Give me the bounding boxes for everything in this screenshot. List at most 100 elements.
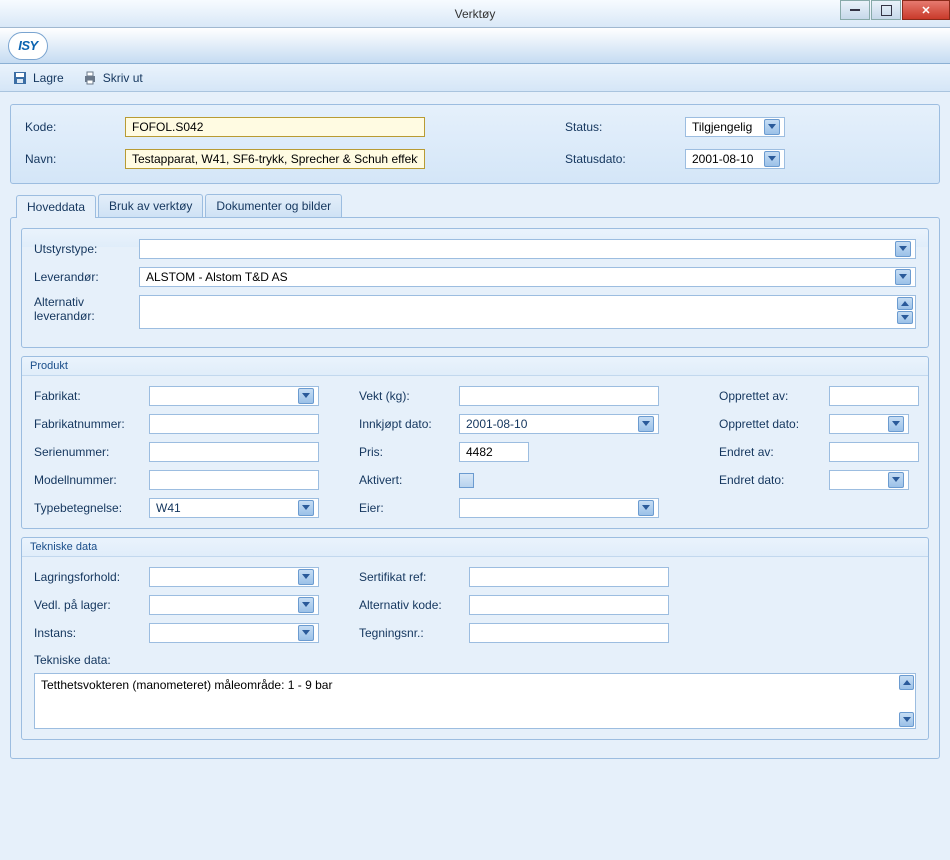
header-panel: Kode: Status: Tilgjengelig Navn: Statusd…	[10, 104, 940, 184]
content-area: Kode: Status: Tilgjengelig Navn: Statusd…	[0, 92, 950, 860]
minimize-button[interactable]	[840, 0, 870, 20]
lagring-dropdown[interactable]	[149, 567, 319, 587]
opprettetav-label: Opprettet av:	[719, 389, 829, 403]
aktivert-checkbox[interactable]	[459, 473, 474, 488]
section-generelt: Utstyrstype: Leverandør: ALSTOM - Alstom…	[21, 228, 929, 348]
kode-label: Kode:	[25, 120, 115, 134]
endretdato-label: Endret dato:	[719, 473, 829, 487]
opprettetav-field[interactable]	[829, 386, 919, 406]
lagring-label: Lagringsforhold:	[34, 570, 149, 584]
tab-bruk[interactable]: Bruk av verktøy	[98, 194, 203, 217]
spinner-down-icon[interactable]	[897, 311, 913, 324]
sertref-label: Sertifikat ref:	[359, 570, 469, 584]
statusdato-value: 2001-08-10	[692, 152, 753, 166]
instans-dropdown[interactable]	[149, 623, 319, 643]
section-produkt: Produkt Fabrikat: Vekt (kg): Opprettet a…	[21, 356, 929, 529]
endretdato-field[interactable]	[829, 470, 909, 490]
chevron-down-icon	[298, 569, 314, 585]
scroll-up-icon[interactable]	[899, 675, 914, 690]
sertref-field[interactable]	[469, 567, 669, 587]
eier-dropdown[interactable]	[459, 498, 659, 518]
save-button[interactable]: Lagre	[12, 70, 64, 86]
chevron-down-icon	[888, 416, 904, 432]
modellnr-field[interactable]	[149, 470, 319, 490]
modellnr-label: Modellnummer:	[34, 473, 149, 487]
aktivert-label: Aktivert:	[359, 473, 459, 487]
navn-label: Navn:	[25, 152, 115, 166]
chevron-down-icon	[298, 625, 314, 641]
pris-label: Pris:	[359, 445, 459, 459]
tab-hoveddata[interactable]: Hoveddata	[16, 195, 96, 218]
print-button[interactable]: Skriv ut	[82, 70, 143, 86]
endretav-label: Endret av:	[719, 445, 829, 459]
window-controls	[839, 0, 950, 20]
tab-dokumenter[interactable]: Dokumenter og bilder	[205, 194, 342, 217]
save-label: Lagre	[33, 71, 64, 85]
status-value: Tilgjengelig	[692, 120, 752, 134]
chevron-down-icon	[888, 472, 904, 488]
titlebar: Verktøy	[0, 0, 950, 28]
altkode-field[interactable]	[469, 595, 669, 615]
app-window: Verktøy ISY Lagre Skriv ut Kode:	[0, 0, 950, 860]
endretav-field[interactable]	[829, 442, 919, 462]
tegn-label: Tegningsnr.:	[359, 626, 469, 640]
status-dropdown[interactable]: Tilgjengelig	[685, 117, 785, 137]
section-tekniske: Tekniske data Lagringsforhold: Sertifika…	[21, 537, 929, 740]
fabrikatnr-field[interactable]	[149, 414, 319, 434]
logo-strip: ISY	[0, 28, 950, 64]
teknisketata-value: Tetthetsvokteren (manometeret) måleområd…	[41, 678, 332, 692]
maximize-button[interactable]	[871, 0, 901, 20]
leverandor-label: Leverandør:	[34, 270, 139, 284]
leverandor-dropdown[interactable]: ALSTOM - Alstom T&D AS	[139, 267, 916, 287]
tab-bar: Hoveddata Bruk av verktøy Dokumenter og …	[16, 194, 940, 217]
chevron-down-icon	[298, 388, 314, 404]
fabrikat-label: Fabrikat:	[34, 389, 149, 403]
chevron-down-icon	[298, 500, 314, 516]
instans-label: Instans:	[34, 626, 149, 640]
altleverandor-field[interactable]	[139, 295, 916, 329]
leverandor-value: ALSTOM - Alstom T&D AS	[146, 270, 288, 284]
vekt-label: Vekt (kg):	[359, 389, 459, 403]
status-label: Status:	[565, 120, 675, 134]
serienr-field[interactable]	[149, 442, 319, 462]
teknisketata-label: Tekniske data:	[34, 653, 916, 667]
vedl-label: Vedl. på lager:	[34, 598, 149, 612]
fabrikat-dropdown[interactable]	[149, 386, 319, 406]
app-logo: ISY	[8, 32, 48, 60]
chevron-down-icon	[764, 151, 780, 167]
statusdato-field[interactable]: 2001-08-10	[685, 149, 785, 169]
save-icon	[12, 70, 28, 86]
logo-text: ISY	[18, 38, 37, 53]
chevron-down-icon	[895, 269, 911, 285]
opprettetdato-field[interactable]	[829, 414, 909, 434]
pris-field[interactable]	[459, 442, 529, 462]
altkode-label: Alternativ kode:	[359, 598, 469, 612]
tekniske-title: Tekniske data	[22, 538, 928, 557]
scroll-down-icon[interactable]	[899, 712, 914, 727]
kode-field[interactable]	[125, 117, 425, 137]
altleverandor-label: Alternativ leverandør:	[34, 295, 139, 323]
toolbar: Lagre Skriv ut	[0, 64, 950, 92]
statusdato-label: Statusdato:	[565, 152, 675, 166]
print-label: Skriv ut	[103, 71, 143, 85]
chevron-down-icon	[638, 500, 654, 516]
produkt-title: Produkt	[22, 357, 928, 376]
fabrikatnr-label: Fabrikatnummer:	[34, 417, 149, 431]
spinner-up-icon[interactable]	[897, 297, 913, 310]
typebetegnelse-dropdown[interactable]: W41	[149, 498, 319, 518]
chevron-down-icon	[764, 119, 780, 135]
close-button[interactable]	[902, 0, 950, 20]
vedl-dropdown[interactable]	[149, 595, 319, 615]
utstyrstype-dropdown[interactable]	[139, 239, 916, 259]
tegn-field[interactable]	[469, 623, 669, 643]
navn-field[interactable]	[125, 149, 425, 169]
eier-label: Eier:	[359, 501, 459, 515]
vekt-field[interactable]	[459, 386, 659, 406]
chevron-down-icon	[638, 416, 654, 432]
typebetegnelse-label: Typebetegnelse:	[34, 501, 149, 515]
serienr-label: Serienummer:	[34, 445, 149, 459]
tab-content: Utstyrstype: Leverandør: ALSTOM - Alstom…	[10, 217, 940, 759]
teknisketata-textarea[interactable]: Tetthetsvokteren (manometeret) måleområd…	[34, 673, 916, 729]
chevron-down-icon	[895, 241, 911, 257]
innkjopt-field[interactable]: 2001-08-10	[459, 414, 659, 434]
